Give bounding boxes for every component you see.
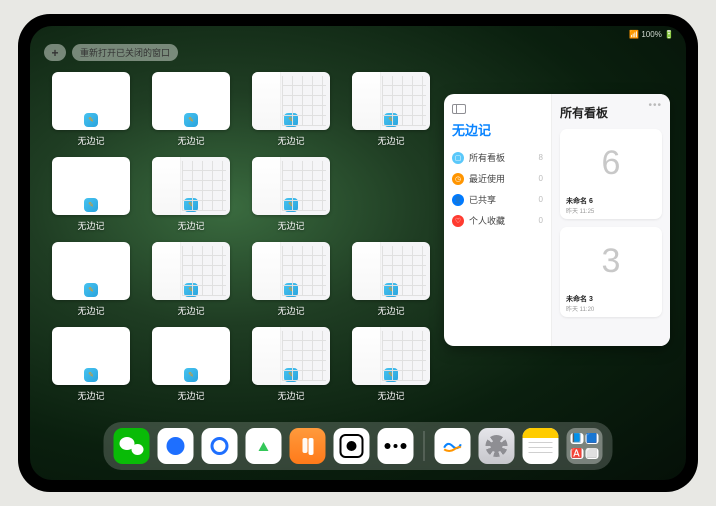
window-thumbnail[interactable]: 无边记 (252, 157, 330, 232)
top-controls: + 重新打开已关闭的窗口 (44, 44, 178, 61)
thumbnail-label: 无边记 (177, 219, 204, 232)
thumbnail-label: 无边记 (377, 304, 404, 317)
window-thumbnail[interactable]: 无边记 (152, 157, 230, 232)
new-window-button[interactable]: + (44, 44, 66, 61)
more-icon[interactable]: ••• (648, 100, 662, 111)
sidebar-item-label: 个人收藏 (469, 214, 505, 227)
thumbnail-label: 无边记 (277, 134, 304, 147)
window-thumbnail[interactable]: 无边记 (252, 242, 330, 317)
media-icon[interactable] (246, 428, 282, 464)
sidebar-item-count: 8 (539, 153, 543, 162)
board-name: 未命名 6 (564, 194, 658, 206)
window-thumbnail[interactable]: 无边记 (52, 327, 130, 402)
sidebar-toggle-icon[interactable] (452, 104, 466, 114)
status-bar: 📶 100% 🔋 (629, 30, 674, 39)
window-thumbnail[interactable]: 无边记 (252, 327, 330, 402)
sidebar-item-count: 0 (539, 216, 543, 225)
boards-pane: 所有看板 6未命名 6昨天 11:253未命名 3昨天 11:20 (552, 94, 670, 346)
screen: 📶 100% 🔋 + 重新打开已关闭的窗口 无边记无边记无边记无边记无边记无边记… (30, 26, 686, 480)
sidebar-item-label: 最近使用 (469, 172, 505, 185)
app-expose-grid: 无边记无边记无边记无边记无边记无边记无边记无边记无边记无边记无边记无边记无边记无… (52, 72, 437, 402)
app-icon (84, 113, 98, 127)
window-thumbnail[interactable]: 无边记 (252, 72, 330, 147)
thumbnail-label: 无边记 (177, 134, 204, 147)
board-date: 昨天 11:20 (564, 304, 658, 313)
boards-title: 所有看板 (560, 104, 662, 121)
qq-hd-icon[interactable] (158, 428, 194, 464)
window-thumbnail[interactable]: 无边记 (52, 242, 130, 317)
thumbnail-label: 无边记 (277, 219, 304, 232)
dice-icon[interactable] (334, 428, 370, 464)
window-thumbnail[interactable]: 无边记 (52, 157, 130, 232)
sidebar-item-label: 所有看板 (469, 151, 505, 164)
thumbnail-label: 无边记 (377, 389, 404, 402)
sidebar-item-icon: ♡ (452, 215, 464, 227)
sidebar-item[interactable]: ◷ 最近使用 0 (452, 168, 543, 189)
graph-icon[interactable] (378, 428, 414, 464)
window-thumbnail[interactable]: 无边记 (152, 242, 230, 317)
board-preview: 3 (564, 231, 658, 292)
notes-icon[interactable] (523, 428, 559, 464)
qq-browser-icon[interactable] (202, 428, 238, 464)
sidebar-item-label: 已共享 (469, 193, 496, 206)
thumbnail-label: 无边记 (277, 304, 304, 317)
app-icon (184, 368, 198, 382)
sidebar-title: 无边记 (452, 120, 543, 139)
sidebar-item[interactable]: 👤 已共享 0 (452, 189, 543, 210)
app-icon (284, 113, 298, 127)
window-thumbnail[interactable]: 无边记 (152, 327, 230, 402)
app-icon (284, 198, 298, 212)
window-thumbnail[interactable]: 无边记 (352, 327, 430, 402)
dock-separator (424, 431, 425, 461)
sidebar-item[interactable]: ▢ 所有看板 8 (452, 147, 543, 168)
freeform-window[interactable]: ••• 无边记 ▢所有看板8◷最近使用0👤已共享0♡个人收藏0 所有看板 6未命… (444, 94, 670, 346)
settings-icon[interactable] (479, 428, 515, 464)
app-icon (384, 283, 398, 297)
app-icon (184, 198, 198, 212)
thumbnail-label: 无边记 (377, 134, 404, 147)
sidebar-item-count: 0 (539, 174, 543, 183)
board-preview: 6 (564, 133, 658, 194)
app-icon (284, 283, 298, 297)
sidebar: 无边记 ▢ 所有看板 8 ◷ 最近使用 0 👤 已共享 0 ♡ 个人收藏 0 (444, 94, 552, 346)
app-icon (184, 283, 198, 297)
app-icon (384, 113, 398, 127)
thumbnail-label: 无边记 (77, 219, 104, 232)
freeform-icon[interactable] (435, 428, 471, 464)
thumbnail-label: 无边记 (177, 389, 204, 402)
board-card[interactable]: 6未命名 6昨天 11:25 (560, 129, 662, 219)
books-icon[interactable] (290, 428, 326, 464)
thumbnail-label: 无边记 (277, 389, 304, 402)
sidebar-item-icon: 👤 (452, 194, 464, 206)
sidebar-item-count: 0 (539, 195, 543, 204)
app-icon (84, 198, 98, 212)
app-icon (384, 368, 398, 382)
app-icon (184, 113, 198, 127)
window-thumbnail[interactable]: 无边记 (352, 242, 430, 317)
wechat-icon[interactable] (114, 428, 150, 464)
board-card[interactable]: 3未命名 3昨天 11:20 (560, 227, 662, 317)
app-icon (84, 283, 98, 297)
window-thumbnail[interactable]: 无边记 (52, 72, 130, 147)
window-thumbnail[interactable]: 无边记 (152, 72, 230, 147)
reopen-closed-window-button[interactable]: 重新打开已关闭的窗口 (72, 44, 178, 61)
thumbnail-label: 无边记 (177, 304, 204, 317)
board-name: 未命名 3 (564, 292, 658, 304)
sidebar-item-icon: ▢ (452, 152, 464, 164)
ipad-device: 📶 100% 🔋 + 重新打开已关闭的窗口 无边记无边记无边记无边记无边记无边记… (18, 14, 698, 492)
dock: 📘🟦🅰️⬜ (104, 422, 613, 470)
sidebar-item[interactable]: ♡ 个人收藏 0 (452, 210, 543, 231)
thumbnail-label: 无边记 (77, 304, 104, 317)
board-date: 昨天 11:25 (564, 206, 658, 215)
thumbnail-label: 无边记 (77, 134, 104, 147)
app-folder-icon[interactable]: 📘🟦🅰️⬜ (567, 428, 603, 464)
app-icon (84, 368, 98, 382)
thumbnail-label: 无边记 (77, 389, 104, 402)
app-icon (284, 368, 298, 382)
sidebar-item-icon: ◷ (452, 173, 464, 185)
window-thumbnail[interactable]: 无边记 (352, 72, 430, 147)
